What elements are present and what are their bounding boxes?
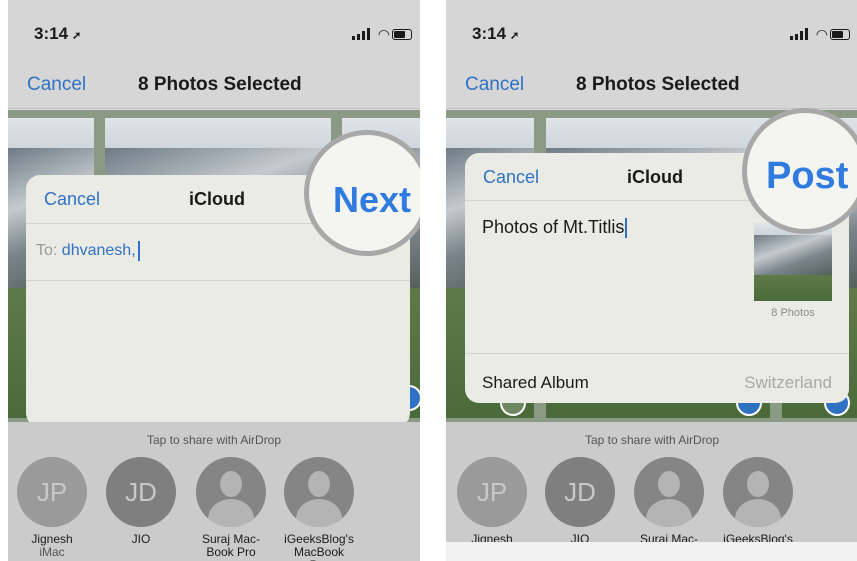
contact-device: iMac [39, 545, 65, 559]
text-cursor [137, 241, 140, 261]
avatar: JD [106, 457, 176, 527]
photo-count: 8 Photos [771, 307, 815, 319]
shared-album-row[interactable]: Shared Album Switzerland [465, 353, 849, 403]
avatar: JP [457, 457, 527, 527]
right-screenshot: 3:14 ➚ ◠ Cancel 8 Photos Selected Cancel … [446, 0, 857, 561]
sheet-cancel-button[interactable]: Cancel [483, 167, 539, 188]
signal-icon [352, 28, 372, 40]
status-bar: 3:14 ➚ ◠ [446, 0, 857, 62]
airdrop-contact[interactable]: JP Jignesh iMac [17, 457, 87, 559]
airdrop-contact[interactable]: JP Jignesh [457, 457, 527, 546]
comment-text: Photos of Mt.Titlis [482, 217, 625, 237]
contact-silhouette-icon [723, 457, 793, 527]
nav-cancel-button[interactable]: Cancel [465, 74, 524, 96]
nav-cancel-button[interactable]: Cancel [27, 74, 86, 96]
sheet-cancel-button[interactable]: Cancel [44, 189, 100, 210]
contact-device: MacBook Pro [293, 545, 345, 561]
magnifier-circle: Post [742, 108, 857, 234]
avatar: JD [545, 457, 615, 527]
comment-field[interactable]: Photos of Mt.Titlis [482, 217, 628, 239]
status-time: 3:14 ➚ [34, 24, 82, 43]
magnifier-circle: Next [304, 130, 420, 256]
location-arrow-icon: ➚ [72, 30, 82, 42]
contact-name: JIO [131, 532, 151, 546]
contact-silhouette-icon [284, 457, 354, 527]
bottom-sheet-edge [446, 542, 857, 561]
wifi-icon: ◠ [815, 26, 828, 42]
airdrop-label: Tap to share with AirDrop [584, 433, 720, 447]
airdrop-row: Tap to share with AirDrop JP Jignesh iMa… [8, 422, 420, 561]
contact-silhouette-icon [634, 457, 704, 527]
battery-icon [392, 29, 412, 40]
signal-icon [790, 28, 810, 40]
airdrop-contact[interactable]: iGeeksBlog's [723, 457, 793, 546]
recipient-token[interactable]: dhvanesh, [62, 242, 136, 259]
sheet-title: iCloud [189, 189, 245, 209]
post-button[interactable]: Post [766, 155, 848, 198]
status-bar: 3:14 ➚ ◠ [8, 0, 420, 62]
location-arrow-icon: ➚ [510, 30, 520, 42]
airdrop-label: Tap to share with AirDrop [146, 433, 282, 447]
contact-silhouette-icon [196, 457, 266, 527]
wifi-icon: ◠ [377, 26, 390, 42]
airdrop-contact[interactable]: Suraj Mac- Book Pro [196, 457, 266, 559]
airdrop-contact[interactable]: iGeeksBlog's MacBook Pro [284, 457, 354, 561]
left-screenshot: 3:14 ➚ ◠ Cancel 8 Photos Selected Cancel … [8, 0, 420, 561]
battery-icon [830, 29, 850, 40]
airdrop-contact[interactable]: JD JIO [106, 457, 176, 546]
nav-bar: Cancel 8 Photos Selected [446, 62, 857, 109]
nav-title: 8 Photos Selected [138, 74, 302, 95]
to-field[interactable]: To: dhvanesh, [36, 241, 140, 261]
photo-stack-thumbnail [754, 223, 832, 301]
status-time: 3:14 ➚ [472, 24, 520, 43]
airdrop-row: Tap to share with AirDrop JP Jignesh JD … [446, 422, 857, 561]
to-label: To: [36, 242, 58, 260]
shared-album-value: Switzerland [744, 373, 832, 392]
sheet-title: iCloud [627, 167, 683, 187]
nav-bar: Cancel 8 Photos Selected [8, 62, 420, 109]
contact-device: Book Pro [206, 545, 256, 559]
airdrop-contact[interactable]: Suraj Mac- [634, 457, 704, 546]
nav-title: 8 Photos Selected [576, 74, 740, 95]
avatar: JP [17, 457, 87, 527]
airdrop-contact[interactable]: JD JIO [545, 457, 615, 546]
text-cursor [625, 218, 628, 239]
next-button[interactable]: Next [333, 179, 411, 221]
shared-album-label: Shared Album [482, 373, 589, 392]
